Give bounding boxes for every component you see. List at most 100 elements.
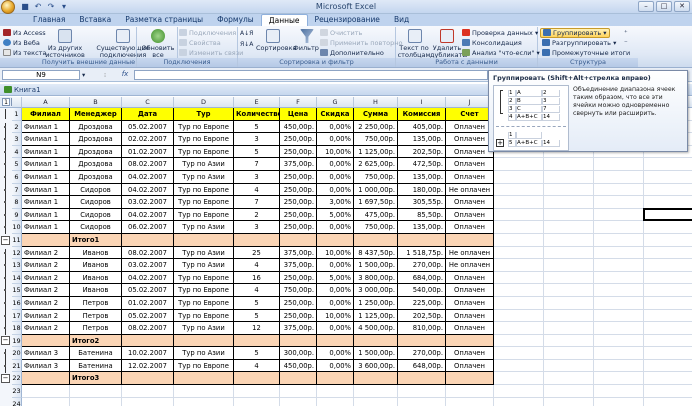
data-cell[interactable]: 04.02.2007	[122, 183, 174, 197]
total-cell[interactable]	[398, 372, 446, 386]
group-button[interactable]: Группировать ▾	[540, 28, 610, 38]
data-cell[interactable]: 1 518,75р.	[398, 246, 446, 260]
data-cell[interactable]: Тур по Европе	[174, 120, 234, 134]
empty-cell[interactable]	[644, 360, 692, 373]
data-cell[interactable]: Оплачен	[446, 296, 494, 310]
data-cell[interactable]: 810,00р.	[398, 322, 446, 335]
data-cell[interactable]: 01.02.2007	[122, 296, 174, 310]
data-cell[interactable]: Сидоров	[70, 208, 122, 222]
empty-cell[interactable]	[280, 385, 317, 398]
data-cell[interactable]: 5	[234, 120, 280, 134]
header-cell[interactable]: Сумма	[354, 108, 398, 121]
data-cell[interactable]: 3 600,00р.	[354, 359, 398, 373]
data-cell[interactable]: 3 000,00р.	[354, 284, 398, 297]
empty-cell[interactable]	[544, 385, 594, 398]
empty-cell[interactable]	[544, 158, 594, 171]
total-cell[interactable]	[280, 233, 317, 247]
data-cell[interactable]: 16	[234, 271, 280, 285]
row-header[interactable]: 15	[12, 284, 22, 297]
outline-collapse-button[interactable]: −	[1, 235, 10, 245]
empty-cell[interactable]	[494, 259, 544, 272]
row-header[interactable]: 3	[12, 133, 22, 146]
data-cell[interactable]: Оплачен	[446, 158, 494, 171]
empty-cell[interactable]	[594, 284, 644, 297]
data-cell[interactable]: 1 000,00р.	[354, 183, 398, 197]
edit-links-button[interactable]: Изменить связи	[179, 49, 243, 57]
data-cell[interactable]: Оплачен	[446, 271, 494, 285]
data-cell[interactable]: Петров	[70, 296, 122, 310]
empty-cell[interactable]	[644, 184, 692, 197]
data-cell[interactable]: 7	[234, 196, 280, 209]
total-cell[interactable]	[280, 334, 317, 348]
data-cell[interactable]: 1 697,50р.	[354, 196, 398, 209]
data-cell[interactable]: Филиал 1	[22, 221, 70, 234]
empty-cell[interactable]	[544, 271, 594, 285]
data-cell[interactable]: 250,00р.	[280, 170, 317, 184]
row-header[interactable]: 24	[12, 397, 22, 406]
column-header-A[interactable]: A	[22, 97, 70, 108]
data-cell[interactable]: 750,00р.	[354, 221, 398, 234]
select-all-corner[interactable]	[12, 97, 22, 108]
data-cell[interactable]: 02.02.2007	[122, 133, 174, 146]
data-cell[interactable]: Дроздова	[70, 158, 122, 171]
empty-cell[interactable]	[494, 359, 544, 373]
column-header-J[interactable]: J	[446, 97, 494, 108]
tab-6[interactable]: Вид	[387, 14, 416, 26]
total-cell[interactable]	[446, 233, 494, 247]
row-header[interactable]: 10	[12, 221, 22, 234]
data-cell[interactable]: 305,55р.	[398, 196, 446, 209]
data-cell[interactable]: 0,00%	[317, 347, 354, 360]
data-cell[interactable]: Оплачен	[446, 309, 494, 323]
total-cell[interactable]	[446, 334, 494, 348]
data-cell[interactable]: Филиал 1	[22, 158, 70, 171]
data-cell[interactable]: 5	[234, 309, 280, 323]
empty-cell[interactable]	[234, 397, 280, 406]
data-cell[interactable]: Иванов	[70, 259, 122, 272]
header-cell[interactable]: Количество	[234, 108, 280, 121]
properties-button[interactable]: Свойства	[179, 39, 221, 47]
data-cell[interactable]: 5	[234, 145, 280, 159]
data-cell[interactable]: 648,00р.	[398, 359, 446, 373]
total-cell[interactable]	[234, 372, 280, 386]
total-cell[interactable]	[174, 372, 234, 386]
data-cell[interactable]: 2	[234, 208, 280, 222]
column-header-H[interactable]: H	[354, 97, 398, 108]
empty-cell[interactable]	[594, 221, 644, 234]
namebox-dropdown-icon[interactable]: ▾	[82, 71, 85, 79]
data-cell[interactable]: 135,00р.	[398, 170, 446, 184]
empty-cell[interactable]	[544, 196, 594, 209]
total-cell[interactable]	[174, 233, 234, 247]
data-cell[interactable]: 375,00р.	[280, 158, 317, 171]
empty-cell[interactable]	[544, 233, 594, 247]
tab-3[interactable]: Формулы	[210, 14, 261, 26]
data-cell[interactable]: Филиал 3	[22, 359, 70, 373]
data-cell[interactable]: Филиал 1	[22, 208, 70, 222]
data-cell[interactable]: Филиал 1	[22, 133, 70, 146]
data-cell[interactable]: Филиал 2	[22, 309, 70, 323]
tab-2[interactable]: Разметка страницы	[118, 14, 210, 26]
header-cell[interactable]: Цена	[280, 108, 317, 121]
minimize-icon[interactable]: –	[638, 1, 654, 12]
data-cell[interactable]: 12.02.2007	[122, 359, 174, 373]
data-cell[interactable]: Тур по Азии	[174, 170, 234, 184]
column-header-D[interactable]: D	[174, 97, 234, 108]
data-cell[interactable]: Филиал 1	[22, 170, 70, 184]
data-cell[interactable]: 0,00%	[317, 133, 354, 146]
header-cell[interactable]: Скидка	[317, 108, 354, 121]
data-cell[interactable]: Не оплачен	[446, 246, 494, 260]
data-cell[interactable]: 04.02.2007	[122, 170, 174, 184]
empty-cell[interactable]	[594, 322, 644, 335]
outline-collapse-button[interactable]: −	[1, 374, 10, 384]
data-cell[interactable]: 08.02.2007	[122, 158, 174, 171]
empty-cell[interactable]	[644, 322, 692, 335]
empty-cell[interactable]	[594, 334, 644, 348]
empty-cell[interactable]	[644, 385, 692, 398]
row-header[interactable]: 12	[12, 246, 22, 260]
total-cell[interactable]	[234, 233, 280, 247]
data-cell[interactable]: 5	[234, 347, 280, 360]
data-cell[interactable]: Дроздова	[70, 170, 122, 184]
data-cell[interactable]: 225,00р.	[398, 296, 446, 310]
column-header-E[interactable]: E	[234, 97, 280, 108]
insert-function-button[interactable]: fx	[118, 69, 132, 80]
empty-cell[interactable]	[544, 259, 594, 272]
